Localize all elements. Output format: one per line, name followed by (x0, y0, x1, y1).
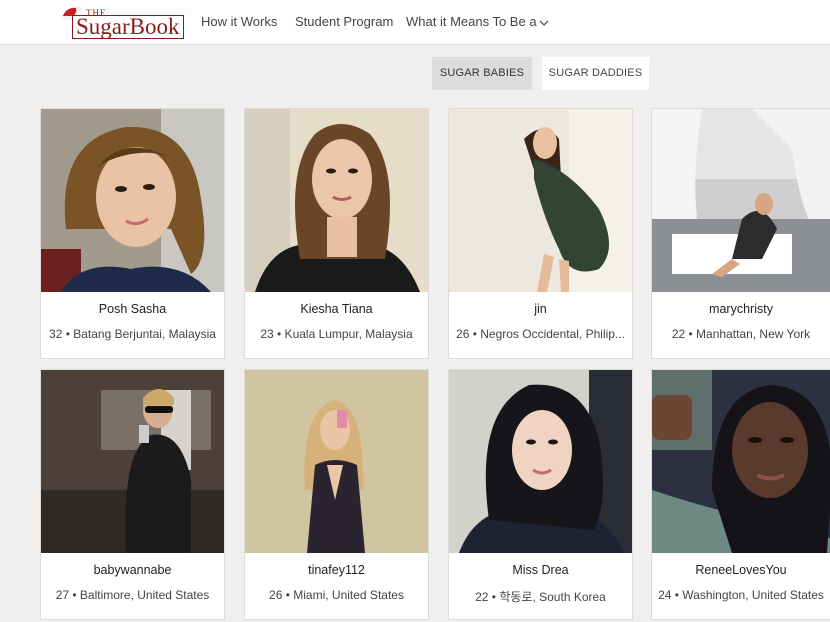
nav-student-program[interactable]: Student Program (295, 14, 393, 29)
sugarbook-logo[interactable]: THE SugarBook (60, 4, 184, 40)
profile-photo (652, 370, 830, 553)
profile-name: marychristy (709, 302, 773, 316)
profile-photo (41, 370, 224, 553)
profile-name: Miss Drea (512, 563, 569, 577)
profile-age-location: 26 • Miami, United States (269, 588, 404, 602)
profile-card[interactable]: Miss Drea 22 • 학동로, South Korea (448, 369, 633, 620)
tab-sugar-daddies[interactable]: SUGAR DADDIES (542, 57, 649, 90)
profile-photo (41, 109, 224, 292)
top-navbar: THE SugarBook How it Works Student Progr… (0, 0, 830, 45)
profile-photo (245, 370, 428, 553)
profile-age-location: 26 • Negros Occidental, Philip... (456, 327, 625, 341)
profile-card[interactable]: jin 26 • Negros Occidental, Philip... (448, 108, 633, 359)
profile-photo (245, 109, 428, 292)
profile-age-location: 32 • Batang Berjuntai, Malaysia (49, 327, 216, 341)
profile-card[interactable]: Kiesha Tiana 23 • Kuala Lumpur, Malaysia (244, 108, 429, 359)
profile-age-location: 24 • Washington, United States (658, 588, 824, 602)
profile-card[interactable]: ReneeLovesYou 24 • Washington, United St… (651, 369, 830, 620)
profile-photo (449, 370, 632, 553)
profile-photo (652, 109, 830, 292)
nav-what-it-means-dropdown[interactable]: What it Means To Be a (406, 14, 550, 29)
profile-age-location: 22 • Manhattan, New York (671, 327, 811, 341)
profile-name: tinafey112 (308, 563, 365, 577)
profile-name: babywannabe (93, 563, 172, 577)
profile-name: Posh Sasha (98, 302, 167, 316)
profile-photo (449, 109, 632, 292)
tab-sugar-babies[interactable]: SUGAR BABIES (432, 57, 532, 90)
profile-name: Kiesha Tiana (300, 302, 373, 316)
profile-card[interactable]: marychristy 22 • Manhattan, New York (651, 108, 830, 359)
profile-name: ReneeLovesYou (695, 563, 787, 577)
profile-age-location: 27 • Baltimore, United States (55, 588, 210, 602)
logo-name: SugarBook (72, 15, 184, 39)
nav-how-it-works[interactable]: How it Works (201, 14, 277, 29)
chevron-down-icon (539, 20, 549, 26)
profile-card[interactable]: Posh Sasha 32 • Batang Berjuntai, Malays… (40, 108, 225, 359)
nav-what-it-means-label: What it Means To Be a (406, 14, 537, 29)
profile-age-location: 23 • Kuala Lumpur, Malaysia (260, 327, 413, 341)
profile-name: jin (534, 302, 547, 316)
profile-age-location: 22 • 학동로, South Korea (475, 590, 606, 604)
profile-card[interactable]: tinafey112 26 • Miami, United States (244, 369, 429, 620)
profile-card[interactable]: babywannabe 27 • Baltimore, United State… (40, 369, 225, 620)
